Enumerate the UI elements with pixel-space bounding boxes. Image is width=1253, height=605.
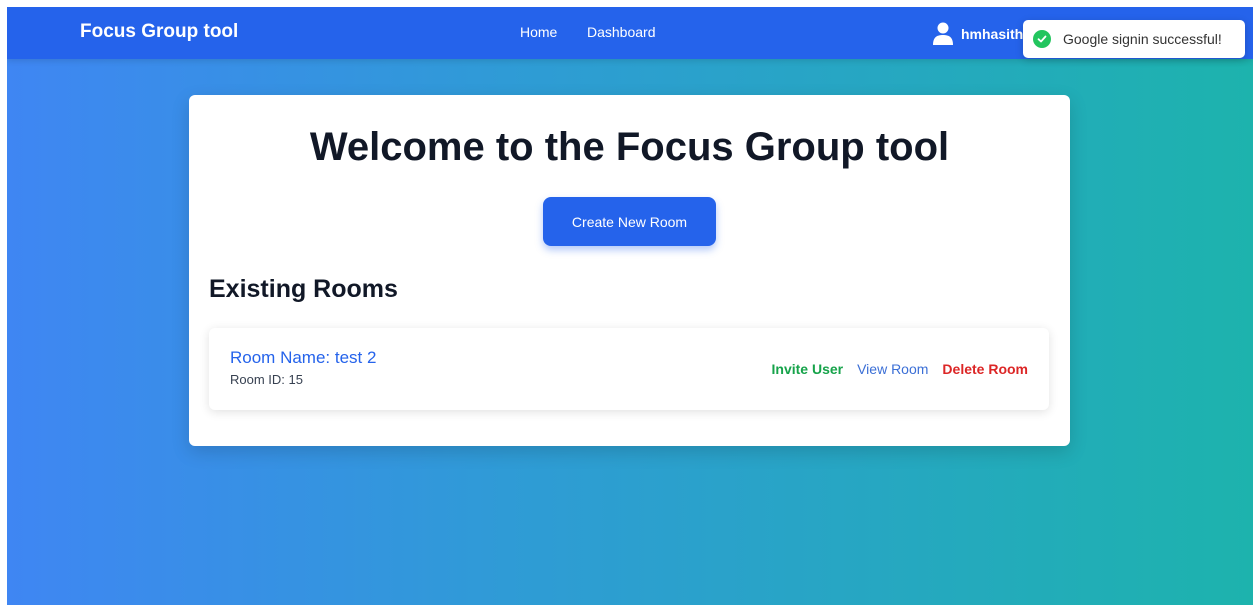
toast-notification[interactable]: Google signin successful! — [1023, 20, 1245, 58]
room-name[interactable]: Room Name: test 2 — [230, 348, 376, 368]
user-name: hmhasith — [961, 26, 1024, 42]
main-card: Welcome to the Focus Group tool Create N… — [189, 95, 1070, 446]
delete-room-button[interactable]: Delete Room — [942, 361, 1028, 377]
user-icon — [933, 22, 953, 45]
user-menu[interactable]: hmhasith — [933, 21, 1023, 47]
room-item: Room Name: test 2 Room ID: 15 Invite Use… — [209, 328, 1049, 410]
create-room-button[interactable]: Create New Room — [543, 197, 716, 246]
invite-user-button[interactable]: Invite User — [772, 361, 844, 377]
brand-logo[interactable]: Focus Group tool — [80, 21, 238, 43]
nav-home-link[interactable]: Home — [520, 24, 557, 40]
page-title: Welcome to the Focus Group tool — [309, 125, 950, 169]
app-background: Focus Group tool Home Dashboard hmhasith… — [7, 7, 1253, 605]
toast-message: Google signin successful! — [1063, 31, 1222, 47]
section-title: Existing Rooms — [209, 275, 398, 303]
room-id: Room ID: 15 — [230, 372, 303, 387]
room-actions: Invite User View Room Delete Room — [772, 361, 1029, 377]
nav-dashboard-link[interactable]: Dashboard — [587, 24, 656, 40]
check-circle-icon — [1033, 30, 1051, 48]
view-room-button[interactable]: View Room — [857, 361, 928, 377]
